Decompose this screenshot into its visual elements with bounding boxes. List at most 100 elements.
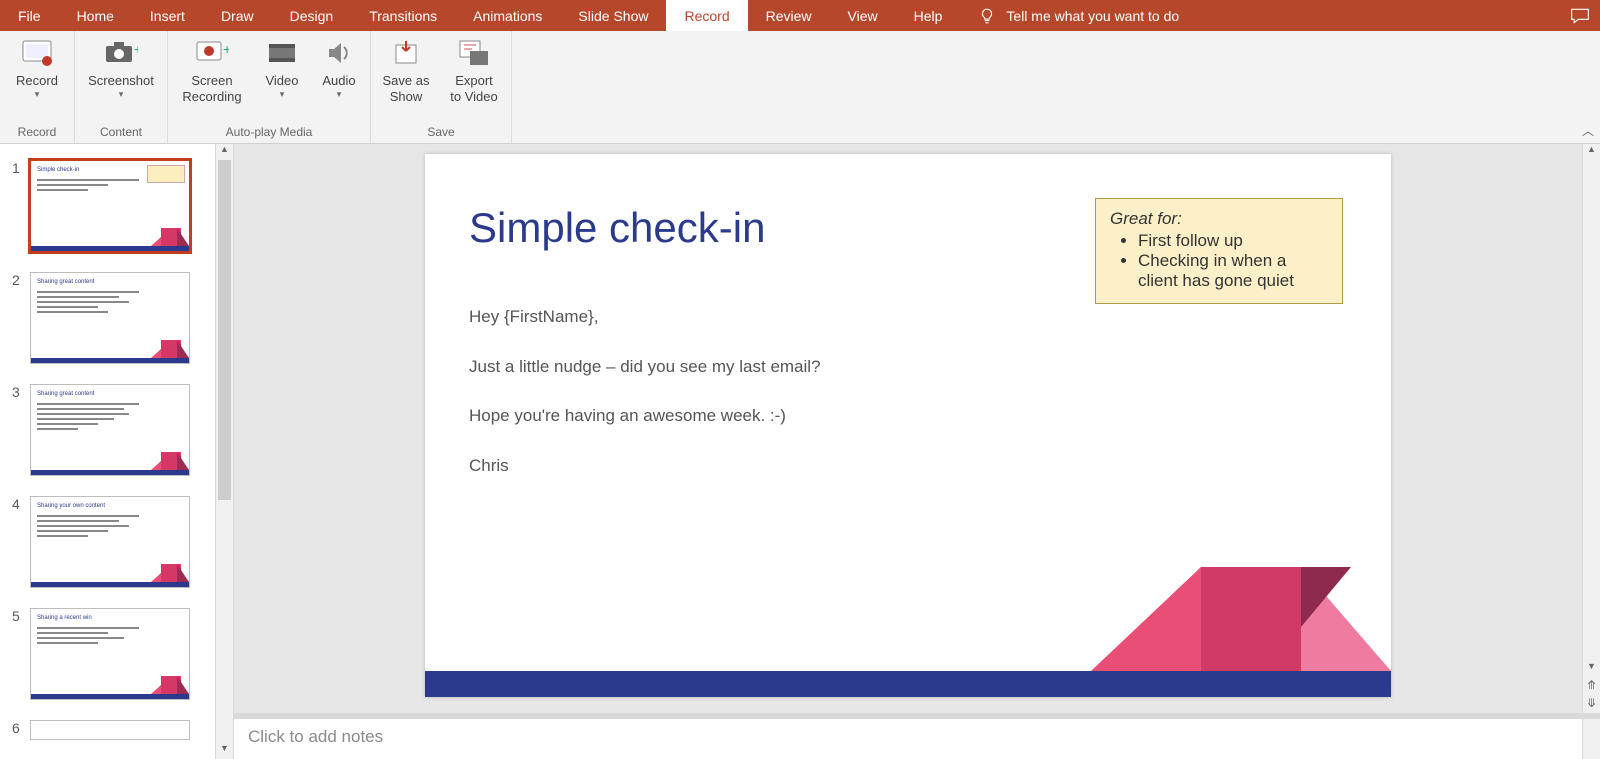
ribbon-group-record: Record ▾ Record — [0, 31, 75, 143]
chevron-down-icon: ▾ — [35, 89, 40, 100]
save-as-show-button[interactable]: Save as Show — [377, 35, 435, 104]
slide-decoration — [425, 567, 1391, 697]
next-slide-button[interactable]: ⤋ — [1583, 695, 1600, 713]
slide-thumbnail-2[interactable]: Sharing great content — [30, 272, 190, 364]
scroll-track[interactable] — [1583, 160, 1600, 661]
slide-title[interactable]: Simple check-in — [469, 204, 765, 252]
previous-slide-button[interactable]: ⤊ — [1583, 677, 1600, 695]
screen-recording-label-2: Recording — [182, 89, 241, 105]
notes-pane[interactable]: Click to add notes — [234, 719, 1582, 759]
lightbulb-icon — [978, 7, 996, 25]
group-label-record: Record — [6, 123, 68, 143]
tab-review[interactable]: Review — [748, 0, 830, 31]
tell-me-placeholder: Tell me what you want to do — [1006, 8, 1179, 24]
save-as-show-label-1: Save as — [383, 73, 430, 89]
comment-icon — [1570, 7, 1590, 25]
ribbon-group-save: Save as Show Export to Video Save — [371, 31, 512, 143]
tab-design[interactable]: Design — [272, 0, 352, 31]
video-button-label: Video — [265, 73, 298, 89]
tab-draw[interactable]: Draw — [203, 0, 272, 31]
slide-body[interactable]: Hey {FirstName}, Just a little nudge – d… — [469, 304, 821, 502]
thumb-number: 3 — [12, 384, 24, 400]
thumb-title: Sharing your own content — [37, 503, 105, 509]
thumb-number: 4 — [12, 496, 24, 512]
thumbnail-scrollbar[interactable]: ▲ ▼ — [216, 144, 234, 759]
notes-scrollbar[interactable] — [1582, 719, 1600, 759]
ribbon-group-content: + Screenshot ▾ Content — [75, 31, 168, 143]
comments-button[interactable] — [1560, 0, 1600, 31]
slide-thumbnail-1[interactable]: Simple check-in — [30, 160, 190, 252]
tab-file[interactable]: File — [0, 0, 59, 31]
video-button[interactable]: Video ▾ — [258, 35, 306, 99]
screen-recording-button[interactable]: + Screen Recording — [174, 35, 250, 104]
body-line: Hey {FirstName}, — [469, 304, 821, 330]
slide-thumbnail-3[interactable]: Sharing great content — [30, 384, 190, 476]
record-icon — [20, 37, 54, 69]
callout-header: Great for: — [1110, 209, 1328, 229]
thumb-callout — [147, 165, 185, 183]
slide-callout[interactable]: Great for: First follow up Checking in w… — [1095, 198, 1343, 304]
group-label-autoplay: Auto-play Media — [174, 123, 364, 143]
thumb-title: Simple check-in — [37, 167, 79, 173]
group-label-content: Content — [81, 123, 161, 143]
tab-record[interactable]: Record — [666, 0, 747, 31]
save-as-show-icon — [389, 37, 423, 69]
slide-thumbnail-4[interactable]: Sharing your own content — [30, 496, 190, 588]
ribbon: Record ▾ Record + Screenshot ▾ Content +… — [0, 31, 1600, 144]
save-as-show-label-2: Show — [390, 89, 423, 105]
screen-recording-icon: + — [195, 37, 229, 69]
tab-animations[interactable]: Animations — [455, 0, 560, 31]
camera-icon: + — [104, 37, 138, 69]
chevron-down-icon: ▾ — [337, 89, 342, 100]
chevron-down-icon: ▾ — [119, 89, 124, 100]
thumb-number: 2 — [12, 272, 24, 288]
tab-slideshow[interactable]: Slide Show — [560, 0, 666, 31]
group-label-save: Save — [377, 123, 505, 143]
collapse-ribbon-button[interactable]: ︿ — [1582, 122, 1594, 139]
audio-button[interactable]: Audio ▾ — [314, 35, 364, 99]
tab-home[interactable]: Home — [59, 0, 132, 31]
tell-me-search[interactable]: Tell me what you want to do — [960, 0, 1560, 31]
screenshot-button[interactable]: + Screenshot ▾ — [81, 35, 161, 99]
screenshot-button-label: Screenshot — [88, 73, 154, 89]
callout-bullet: First follow up — [1138, 231, 1328, 251]
record-button[interactable]: Record ▾ — [6, 35, 68, 99]
tab-view[interactable]: View — [830, 0, 896, 31]
thumb-title: Sharing great content — [37, 279, 94, 285]
svg-text:+: + — [134, 41, 138, 57]
scroll-down-icon[interactable]: ▼ — [1583, 661, 1600, 677]
tab-insert[interactable]: Insert — [132, 0, 203, 31]
slide-thumbnail-6[interactable] — [30, 720, 190, 740]
thumb-number: 5 — [12, 608, 24, 624]
ribbon-tabstrip: File Home Insert Draw Design Transitions… — [0, 0, 1600, 31]
scroll-up-icon[interactable]: ▲ — [1583, 144, 1600, 160]
thumb-title: Sharing a recent win — [37, 615, 92, 621]
slide-thumbnail-5[interactable]: Sharing a recent win — [30, 608, 190, 700]
tab-transitions[interactable]: Transitions — [351, 0, 455, 31]
canvas-scrollbar[interactable]: ▲ ▼ ⤊ ⤋ — [1582, 144, 1600, 713]
callout-bullet: Checking in when a client has gone quiet — [1138, 251, 1328, 291]
audio-button-label: Audio — [322, 73, 355, 89]
slide-editor[interactable]: Simple check-in Hey {FirstName}, Just a … — [234, 144, 1582, 713]
chevron-down-icon: ▾ — [280, 89, 285, 100]
slide-thumbnail-pane: 1 Simple check-in 2 Sharing great conten… — [0, 144, 216, 759]
thumb-number: 1 — [12, 160, 24, 176]
body-line: Just a little nudge – did you see my las… — [469, 354, 821, 380]
video-icon — [265, 37, 299, 69]
scroll-down-icon[interactable]: ▼ — [216, 743, 233, 759]
current-slide[interactable]: Simple check-in Hey {FirstName}, Just a … — [425, 154, 1391, 697]
scroll-up-icon[interactable]: ▲ — [216, 144, 233, 160]
export-video-label-2: to Video — [450, 89, 497, 105]
export-video-label-1: Export — [455, 73, 493, 89]
thumb-title: Sharing great content — [37, 391, 94, 397]
body-line: Hope you're having an awesome week. :-) — [469, 403, 821, 429]
scroll-track[interactable] — [216, 160, 233, 743]
tab-help[interactable]: Help — [896, 0, 961, 31]
ribbon-group-autoplay: + Screen Recording Video ▾ Audio ▾ Auto-… — [168, 31, 371, 143]
export-to-video-button[interactable]: Export to Video — [443, 35, 505, 104]
slide-canvas-area: Simple check-in Hey {FirstName}, Just a … — [234, 144, 1600, 759]
audio-icon — [322, 37, 356, 69]
svg-text:+: + — [223, 41, 229, 57]
workarea: 1 Simple check-in 2 Sharing great conten… — [0, 144, 1600, 759]
scroll-handle[interactable] — [218, 160, 231, 500]
